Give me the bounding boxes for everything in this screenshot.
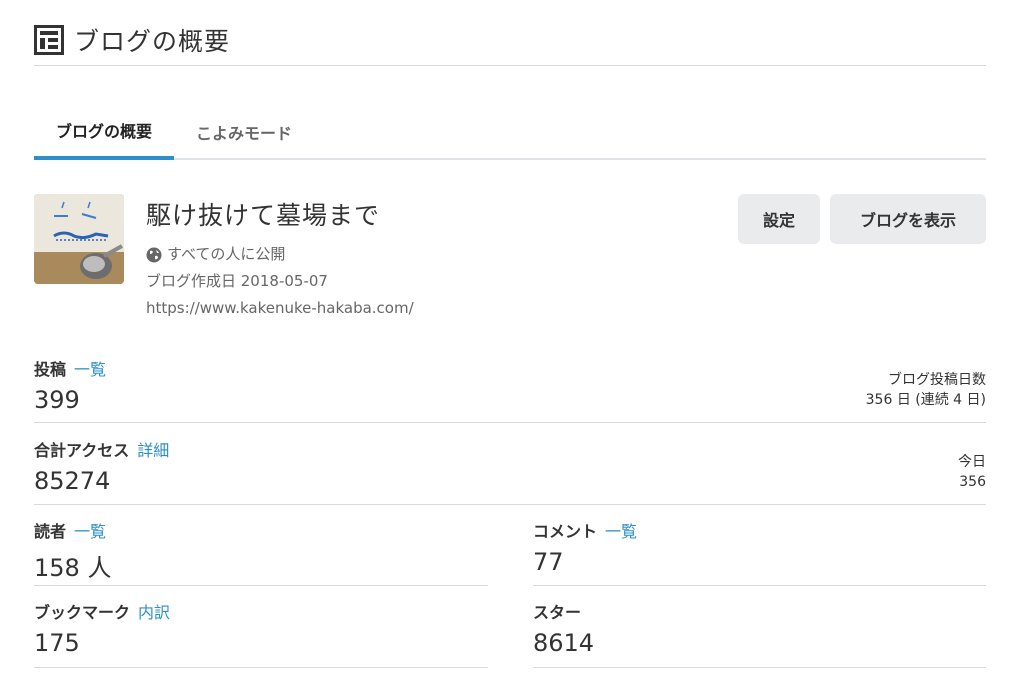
divider — [533, 667, 986, 668]
stars-stat: スター 8614 — [533, 599, 986, 657]
access-label: 合計アクセス — [34, 441, 130, 460]
today-value: 356 — [959, 474, 986, 490]
view-blog-button[interactable]: ブログを表示 — [830, 194, 986, 244]
today-label: 今日 — [958, 454, 986, 470]
dashboard-icon — [34, 24, 64, 55]
comments-count: 77 — [533, 548, 564, 576]
comments-list-link[interactable]: 一覧 — [605, 522, 637, 541]
divider — [34, 422, 986, 423]
globe-icon — [146, 247, 162, 262]
divider — [34, 667, 488, 668]
settings-button[interactable]: 設定 — [738, 194, 820, 244]
access-stat: 合計アクセス 詳細 85274 今日 356 — [34, 437, 986, 495]
posts-label: 投稿 — [34, 360, 67, 379]
posting-days-label: ブログ投稿日数 — [888, 372, 986, 388]
divider — [34, 504, 986, 505]
posts-list-link[interactable]: 一覧 — [74, 360, 106, 379]
access-detail-link[interactable]: 詳細 — [137, 441, 169, 460]
today-access: 今日 356 — [958, 452, 986, 492]
comments-label: コメント — [533, 522, 598, 541]
divider — [34, 585, 488, 586]
readers-count: 158 人 — [34, 554, 112, 582]
posting-days-value: 356 日 (連続 4 日) — [865, 392, 986, 408]
tab-blog-overview[interactable]: ブログの概要 — [34, 104, 175, 160]
page-title: ブログの概要 — [74, 26, 231, 56]
stars-label: スター — [533, 603, 582, 622]
visibility: すべての人に公開 — [146, 246, 414, 263]
divider — [533, 585, 986, 586]
page-header: ブログの概要 — [34, 14, 986, 66]
visibility-label: すべての人に公開 — [167, 245, 286, 263]
blog-info: 駆け抜けて墓場まで すべての人に公開 ブログ作成日 2018-05-07 htt… — [146, 196, 414, 317]
posting-days: ブログ投稿日数 356 日 (連続 4 日) — [866, 370, 986, 410]
readers-label: 読者 — [34, 522, 67, 541]
bookmarks-count: 175 — [34, 629, 80, 657]
tab-calendar-mode[interactable]: こよみモード — [174, 104, 314, 160]
tab-bar: ブログの概要 こよみモード — [34, 104, 986, 160]
created-date: ブログ作成日 2018-05-07 — [146, 272, 328, 290]
blog-name[interactable]: 駆け抜けて墓場まで — [146, 196, 414, 232]
blog-thumbnail[interactable] — [34, 194, 124, 284]
comments-stat: コメント 一覧 77 — [533, 518, 986, 576]
blog-url[interactable]: https://www.kakenuke-hakaba.com/ — [146, 300, 414, 317]
readers-stat: 読者 一覧 158 人 — [34, 518, 488, 583]
access-count: 85274 — [34, 467, 111, 495]
blog-thumbnail-image — [34, 194, 124, 284]
readers-list-link[interactable]: 一覧 — [74, 522, 106, 541]
posts-count: 399 — [34, 386, 80, 414]
stars-count: 8614 — [533, 629, 595, 657]
posts-stat: 投稿 一覧 399 ブログ投稿日数 356 日 (連続 4 日) — [34, 356, 986, 414]
bookmarks-label: ブックマーク — [34, 603, 131, 622]
bookmarks-stat: ブックマーク 内訳 175 — [34, 599, 488, 657]
bookmarks-breakdown-link[interactable]: 内訳 — [138, 603, 170, 622]
